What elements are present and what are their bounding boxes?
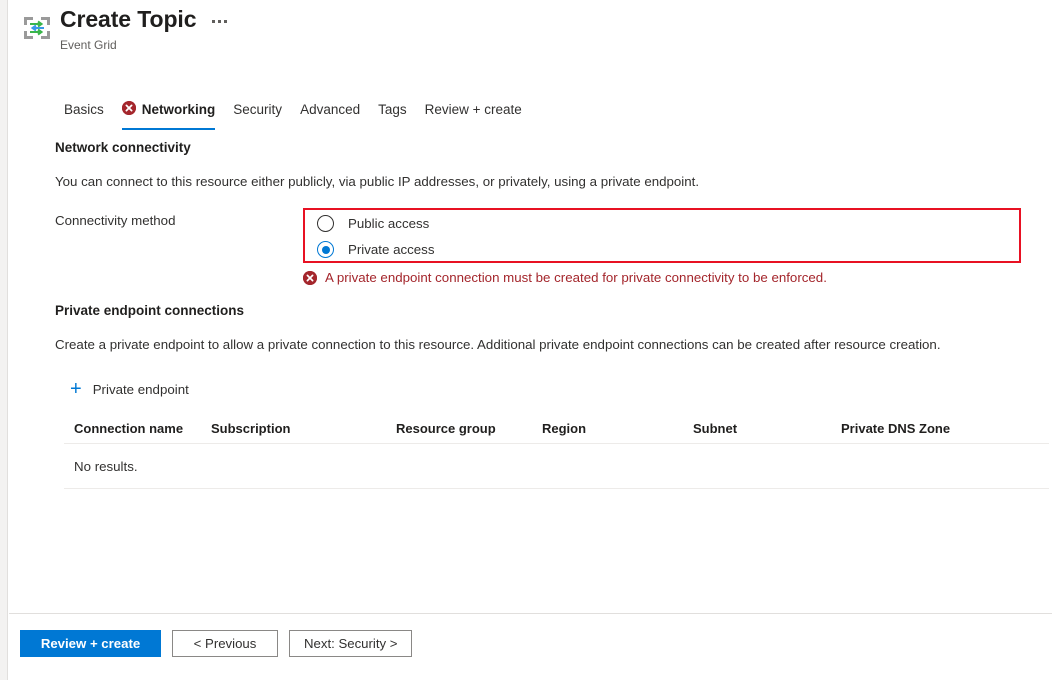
tab-active-underline: [122, 128, 216, 131]
blade-header: Create Topic Event Grid: [9, 0, 1052, 62]
table-empty-row: No results.: [64, 444, 1049, 489]
tab-networking-label: Networking: [142, 102, 216, 117]
private-endpoint-connections-table: Connection name Subscription Resource gr…: [64, 413, 1049, 489]
column-header-subnet[interactable]: Subnet: [693, 421, 841, 436]
connectivity-validation-error: A private endpoint connection must be cr…: [303, 270, 827, 285]
table-empty-message: No results.: [64, 459, 138, 474]
tab-security[interactable]: Security: [224, 96, 291, 122]
column-header-resource-group[interactable]: Resource group: [396, 421, 542, 436]
error-icon: [303, 271, 317, 285]
connectivity-validation-error-text: A private endpoint connection must be cr…: [325, 270, 827, 285]
tab-tags-label: Tags: [378, 102, 407, 117]
radio-private-access[interactable]: Private access: [317, 241, 434, 258]
title-block: Create Topic Event Grid: [60, 4, 229, 53]
radio-private-access-label: Private access: [348, 242, 434, 257]
private-endpoint-connections-heading: Private endpoint connections: [55, 303, 244, 318]
left-gutter: [0, 0, 8, 680]
table-header-row: Connection name Subscription Resource gr…: [64, 413, 1049, 444]
tab-security-label: Security: [233, 102, 282, 117]
review-create-button[interactable]: Review + create: [20, 630, 161, 657]
connectivity-method-label: Connectivity method: [55, 213, 175, 228]
connectivity-method-radio-group: Public access Private access: [303, 208, 1021, 263]
page-subtitle: Event Grid: [60, 37, 229, 53]
add-private-endpoint-label: Private endpoint: [93, 382, 189, 397]
tab-networking[interactable]: Networking: [113, 96, 225, 122]
wizard-tabs: Basics Networking Security Advanced Tags…: [55, 96, 531, 128]
previous-button[interactable]: < Previous: [172, 630, 278, 657]
radio-public-access-label: Public access: [348, 216, 429, 231]
next-security-button[interactable]: Next: Security >: [289, 630, 412, 657]
tab-advanced-label: Advanced: [300, 102, 360, 117]
event-grid-topic-icon: [22, 14, 52, 42]
plus-icon: +: [70, 381, 82, 397]
wizard-footer: Review + create < Previous Next: Securit…: [9, 613, 1052, 680]
private-endpoint-connections-description: Create a private endpoint to allow a pri…: [55, 337, 941, 352]
tab-review-create[interactable]: Review + create: [416, 96, 531, 122]
column-header-subscription[interactable]: Subscription: [211, 421, 396, 436]
radio-private-access-indicator: [317, 241, 334, 258]
tab-basics-label: Basics: [64, 102, 104, 117]
create-topic-blade: Create Topic Event Grid Basics Networkin…: [9, 0, 1052, 680]
network-connectivity-heading: Network connectivity: [55, 140, 191, 155]
radio-public-access[interactable]: Public access: [317, 215, 429, 232]
column-header-connection-name[interactable]: Connection name: [64, 421, 211, 436]
tab-tags[interactable]: Tags: [369, 96, 416, 122]
radio-public-access-indicator: [317, 215, 334, 232]
tab-advanced[interactable]: Advanced: [291, 96, 369, 122]
column-header-region[interactable]: Region: [542, 421, 693, 436]
column-header-private-dns-zone[interactable]: Private DNS Zone: [841, 421, 1031, 436]
page-title: Create Topic: [60, 4, 196, 34]
tab-review-create-label: Review + create: [425, 102, 522, 117]
network-connectivity-description: You can connect to this resource either …: [55, 174, 699, 189]
more-commands-icon[interactable]: [210, 16, 229, 27]
error-icon: [122, 101, 136, 115]
tab-basics[interactable]: Basics: [55, 96, 113, 122]
add-private-endpoint-button[interactable]: + Private endpoint: [66, 378, 193, 400]
